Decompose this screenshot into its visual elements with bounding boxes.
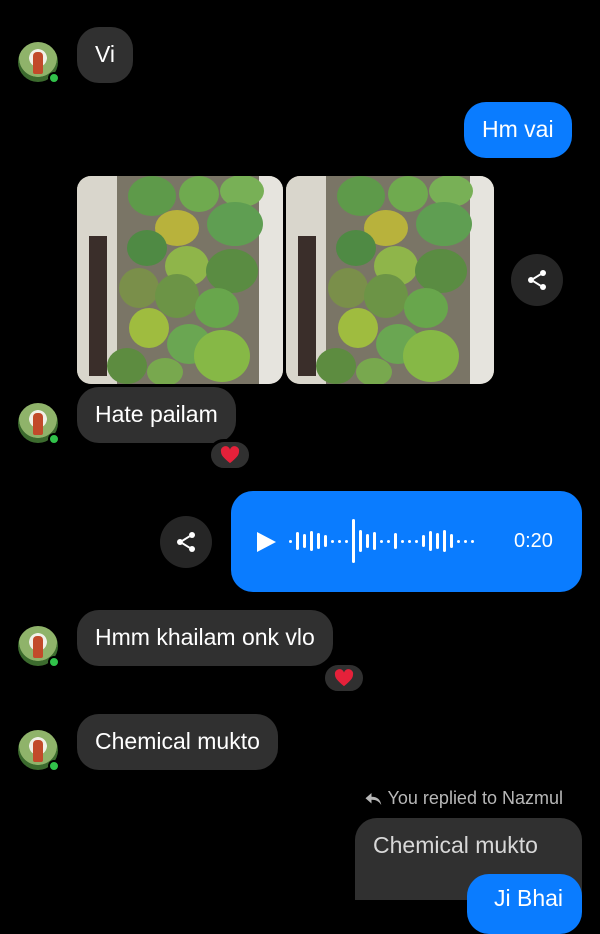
- waveform-bar: [310, 531, 313, 551]
- waveform-dot: [401, 539, 404, 543]
- message-text: Chemical mukto: [95, 728, 260, 754]
- avatar-figure: [33, 740, 43, 762]
- waveform-dot: [289, 539, 292, 543]
- waveform-bar: [366, 534, 369, 548]
- waveform-bar: [450, 534, 453, 548]
- photo-attachment-1[interactable]: [77, 176, 283, 384]
- message-text: Hate pailam: [95, 401, 218, 427]
- waveform-dot: [331, 539, 334, 543]
- waveform-bar: [443, 530, 446, 552]
- avatar-figure: [33, 413, 43, 435]
- avatar-figure: [33, 52, 43, 74]
- mango-photo: [77, 176, 283, 384]
- share-icon: [177, 532, 195, 552]
- online-indicator: [48, 760, 60, 772]
- message-text: Hmm khailam onk vlo: [95, 624, 315, 650]
- message-bubble-incoming[interactable]: Hmm khailam onk vlo: [77, 610, 333, 666]
- waveform-dot: [408, 539, 411, 543]
- waveform-dot: [345, 539, 348, 543]
- waveform-bar: [394, 533, 397, 549]
- waveform-dot: [457, 539, 460, 543]
- message-bubble-outgoing[interactable]: Ji Bhai: [467, 874, 582, 934]
- online-indicator: [48, 656, 60, 668]
- waveform-bar: [436, 533, 439, 549]
- play-icon[interactable]: [253, 529, 279, 555]
- contact-avatar[interactable]: [18, 730, 60, 772]
- voice-message-bubble[interactable]: 0:20: [231, 491, 582, 592]
- online-indicator: [48, 433, 60, 445]
- waveform-bar: [317, 533, 320, 549]
- photo-attachment-2[interactable]: [286, 176, 494, 384]
- reaction-badge[interactable]: [208, 439, 252, 471]
- avatar-figure: [33, 636, 43, 658]
- message-bubble-outgoing[interactable]: Hm vai: [464, 102, 572, 158]
- waveform-bar: [359, 530, 362, 552]
- mango-photo: [286, 176, 494, 384]
- waveform-bar: [352, 519, 355, 563]
- waveform-dot: [338, 539, 341, 543]
- message-text: Vi: [95, 41, 116, 67]
- share-button[interactable]: [511, 254, 563, 306]
- contact-avatar[interactable]: [18, 42, 60, 84]
- contact-avatar[interactable]: [18, 626, 60, 668]
- waveform-bar: [429, 531, 432, 551]
- waveform-bar: [373, 532, 376, 550]
- reply-label-row: You replied to Nazmul: [364, 788, 563, 809]
- waveform-bar: [296, 532, 299, 550]
- reply-label: You replied to Nazmul: [387, 788, 563, 808]
- message-bubble-incoming[interactable]: Chemical mukto: [77, 714, 278, 770]
- online-indicator: [48, 72, 60, 84]
- waveform-dot: [471, 539, 474, 543]
- heart-icon: [334, 669, 354, 687]
- quoted-text: Chemical mukto: [373, 832, 538, 858]
- waveform-dot: [380, 539, 383, 543]
- voice-waveform[interactable]: [289, 513, 489, 569]
- reply-arrow-icon: [365, 792, 381, 805]
- share-icon: [528, 270, 546, 290]
- heart-icon: [220, 446, 240, 464]
- voice-duration: 0:20: [514, 530, 553, 552]
- message-text: Ji Bhai: [494, 885, 564, 911]
- waveform-dot: [464, 539, 467, 543]
- waveform-dot: [387, 539, 390, 543]
- message-bubble-incoming[interactable]: Hate pailam: [77, 387, 236, 443]
- waveform-bar: [303, 534, 306, 548]
- message-bubble-incoming[interactable]: Vi: [77, 27, 134, 83]
- contact-avatar[interactable]: [18, 403, 60, 445]
- share-button[interactable]: [160, 516, 212, 568]
- message-text: Hm vai: [482, 116, 554, 142]
- waveform-bar: [422, 535, 425, 547]
- waveform-bar: [324, 535, 327, 547]
- waveform-dot: [415, 539, 418, 543]
- reaction-badge[interactable]: [322, 662, 366, 694]
